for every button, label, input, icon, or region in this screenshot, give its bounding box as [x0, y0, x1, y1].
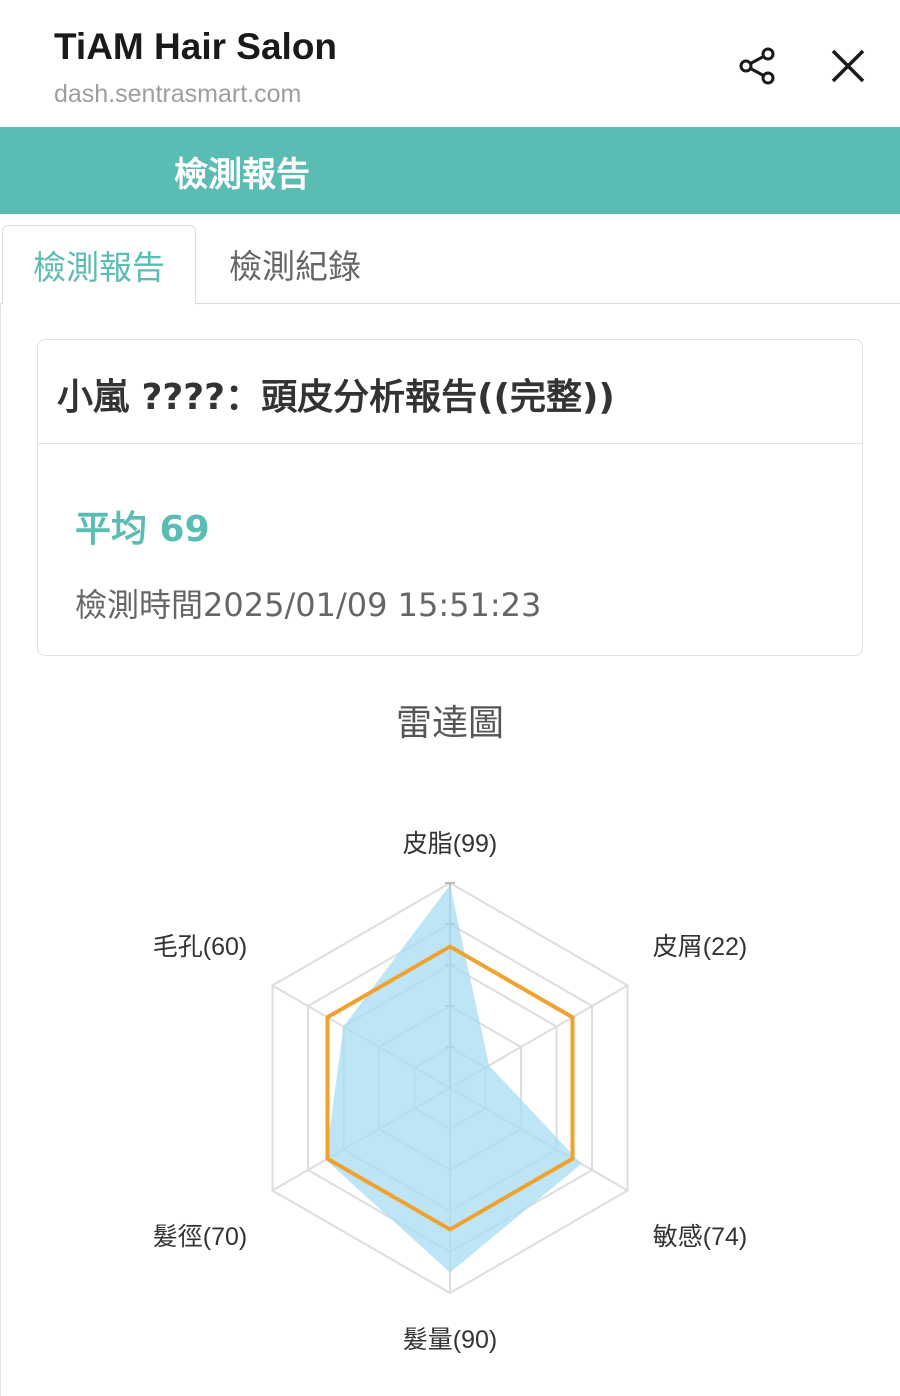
- share-button[interactable]: [732, 40, 784, 92]
- share-icon: [739, 47, 775, 85]
- average-score: 平均 69: [75, 509, 210, 550]
- close-icon: [831, 49, 865, 83]
- radar-axis-label: 敏感(74): [653, 1223, 747, 1251]
- radar-chart: 皮脂(99) 皮屑(22) 敏感(74) 髮量(90) 髮徑(70) 毛孔(60): [153, 830, 747, 1354]
- chart-title: 雷達圖: [395, 703, 504, 744]
- radar-axis-label: 皮屑(22): [653, 933, 747, 961]
- app-title: TiAM Hair Salon: [54, 26, 338, 67]
- radar-series-area: [325, 885, 582, 1273]
- radar-axis-label: 髮量(90): [403, 1326, 497, 1354]
- radar-axis-label: 毛孔(60): [153, 933, 247, 961]
- browser-top-bar: TiAM Hair Salon dash.sentrasmart.com: [0, 0, 900, 127]
- radar-axis-label: 髮徑(70): [153, 1223, 247, 1251]
- app-url: dash.sentrasmart.com: [54, 80, 302, 108]
- radar-axis-label: 皮脂(99): [403, 830, 497, 858]
- tab-bar: 檢測報告 檢測紀錄: [0, 225, 900, 305]
- test-time: 檢測時間2025/01/09 15:51:23: [75, 586, 542, 624]
- report-card: 小嵐 ????：頭皮分析報告((完整)) 平均 69 檢測時間2025/01/0…: [37, 339, 863, 656]
- page-header: 檢測報告: [0, 127, 900, 214]
- tab-history[interactable]: 檢測紀錄: [200, 225, 390, 303]
- close-button[interactable]: [822, 40, 874, 92]
- report-title: 小嵐 ????：頭皮分析報告((完整)): [57, 377, 615, 418]
- page-title: 檢測報告: [174, 155, 310, 195]
- report-card-header: 小嵐 ????：頭皮分析報告((完整)): [38, 340, 862, 444]
- tab-report[interactable]: 檢測報告: [2, 225, 196, 305]
